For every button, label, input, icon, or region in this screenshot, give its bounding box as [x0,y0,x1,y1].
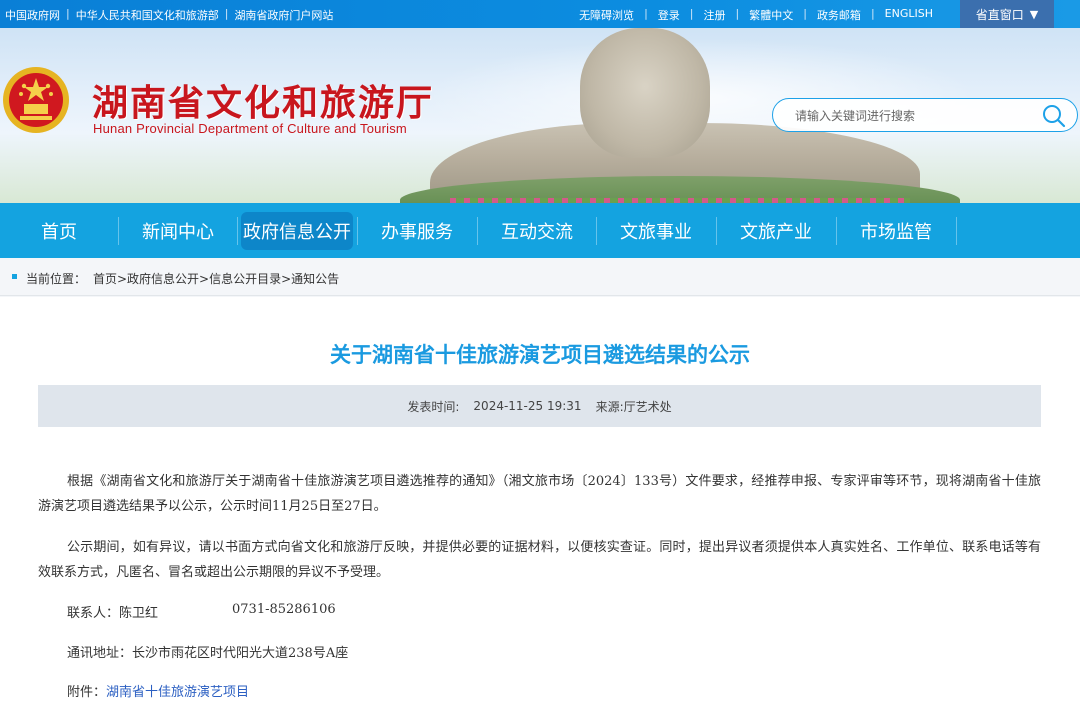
banner-statue [580,28,710,158]
portal-label: 省直窗口 [975,7,1024,22]
nav-label: 市场监管 [860,221,932,243]
nav-interaction[interactable]: 互动交流 [478,203,596,258]
contact-phone: 0731-85286106 [232,602,336,617]
article: 关于湖南省十佳旅游演艺项目遴选结果的公示 发表时间: 2024-11-25 19… [0,297,1080,715]
provincial-portal-dropdown[interactable]: 省直窗口 ▼ [960,0,1054,28]
separator: | [689,7,694,20]
article-paragraph: 公示期间，如有异议，请以书面方式向省文化和旅游厅反映，并提供必要的证据材料，以便… [38,540,1041,580]
site-header: 湖南省文化和旅游厅 Hunan Provincial Department of… [0,28,1080,203]
nav-label: 办事服务 [381,221,453,243]
separator: | [224,7,229,20]
link-register[interactable]: 注册 [699,7,731,23]
article-paragraph: 根据《湖南省文化和旅游厅关于湖南省十佳旅游演艺项目遴选推荐的通知》（湘文旅市场〔… [38,474,1041,514]
nav-news[interactable]: 新闻中心 [119,203,237,258]
attachment-link[interactable]: 湖南省十佳旅游演艺项目 [106,685,249,700]
bullet-square-icon [12,274,17,279]
site-subtitle: Hunan Provincial Department of Culture a… [93,121,407,136]
link-gov-mail[interactable]: 政务邮箱 [812,7,866,23]
national-emblem-icon [2,64,70,136]
link-login[interactable]: 登录 [653,7,685,23]
contact-person: 联系人：陈卫红 [67,606,159,621]
nav-label: 文旅产业 [740,221,812,243]
attachment-line: 附件：湖南省十佳旅游演艺项目 [67,681,249,700]
contact-line: 联系人：陈卫红 0731-85286106 [67,602,336,621]
search-icon[interactable] [1041,103,1067,129]
nav-market-supervision[interactable]: 市场监管 [837,203,955,258]
separator: | [66,7,70,20]
nav-home[interactable]: 首页 [0,203,118,258]
external-links: 中国政府网 | 中华人民共和国文化和旅游部 | 湖南省政府门户网站 [2,7,336,23]
nav-label: 文旅事业 [620,221,692,243]
breadcrumb: 当前位置： 首页>政府信息公开>信息公开目录>通知公告 [0,258,1080,296]
nav-label: 首页 [41,221,77,243]
link-traditional-chinese[interactable]: 繁體中文 [744,7,798,23]
nav-label: 政府信息公开 [241,211,353,250]
nav-label: 新闻中心 [142,221,214,243]
nav-culture-tourism-industry[interactable]: 文旅产业 [717,203,835,258]
nav-label: 互动交流 [501,221,573,243]
separator: | [735,7,740,20]
nav-services[interactable]: 办事服务 [358,203,476,258]
attachment-label: 附件： [67,685,107,700]
breadcrumb-label: 当前位置： [26,272,87,286]
utility-links: 无障碍浏览 | 登录 | 注册 | 繁體中文 | 政务邮箱 | ENGLISH [574,7,938,23]
article-title: 关于湖南省十佳旅游演艺项目遴选结果的公示 [330,343,750,367]
nav-gov-info[interactable]: 政府信息公开 [238,203,356,258]
link-hunan-portal[interactable]: 湖南省政府门户网站 [231,7,336,23]
nav-divider [956,217,957,245]
link-ministry[interactable]: 中华人民共和国文化和旅游部 [73,7,222,23]
link-english[interactable]: ENGLISH [880,7,938,23]
top-utility-bar: 中国政府网 | 中华人民共和国文化和旅游部 | 湖南省政府门户网站 无障碍浏览 | 登… [0,0,1080,28]
publish-label: 发表时间: [407,399,460,414]
search-input[interactable] [795,107,1035,125]
separator: | [870,7,875,20]
separator: | [644,7,648,20]
separator: | [803,7,807,20]
main-nav: 首页 新闻中心 政府信息公开 办事服务 互动交流 文旅事业 文旅产业 市场监管 [0,203,1080,258]
site-title: 湖南省文化和旅游厅 [92,82,435,124]
publish-time: 2024-11-25 19:31 [473,399,582,413]
article-source: 来源:厅艺术处 [595,399,672,414]
link-accessibility[interactable]: 无障碍浏览 [574,7,639,23]
address-line: 通讯地址：长沙市雨花区时代阳光大道238号A座 [67,646,349,661]
nav-culture-tourism-affairs[interactable]: 文旅事业 [597,203,715,258]
breadcrumb-path[interactable]: 首页>政府信息公开>信息公开目录>通知公告 [93,270,339,287]
search-box [772,98,1078,132]
link-gov-cn[interactable]: 中国政府网 [2,7,63,23]
triangle-down-icon: ▼ [1029,7,1039,21]
article-meta: 发表时间: 2024-11-25 19:31 来源:厅艺术处 [38,385,1041,427]
